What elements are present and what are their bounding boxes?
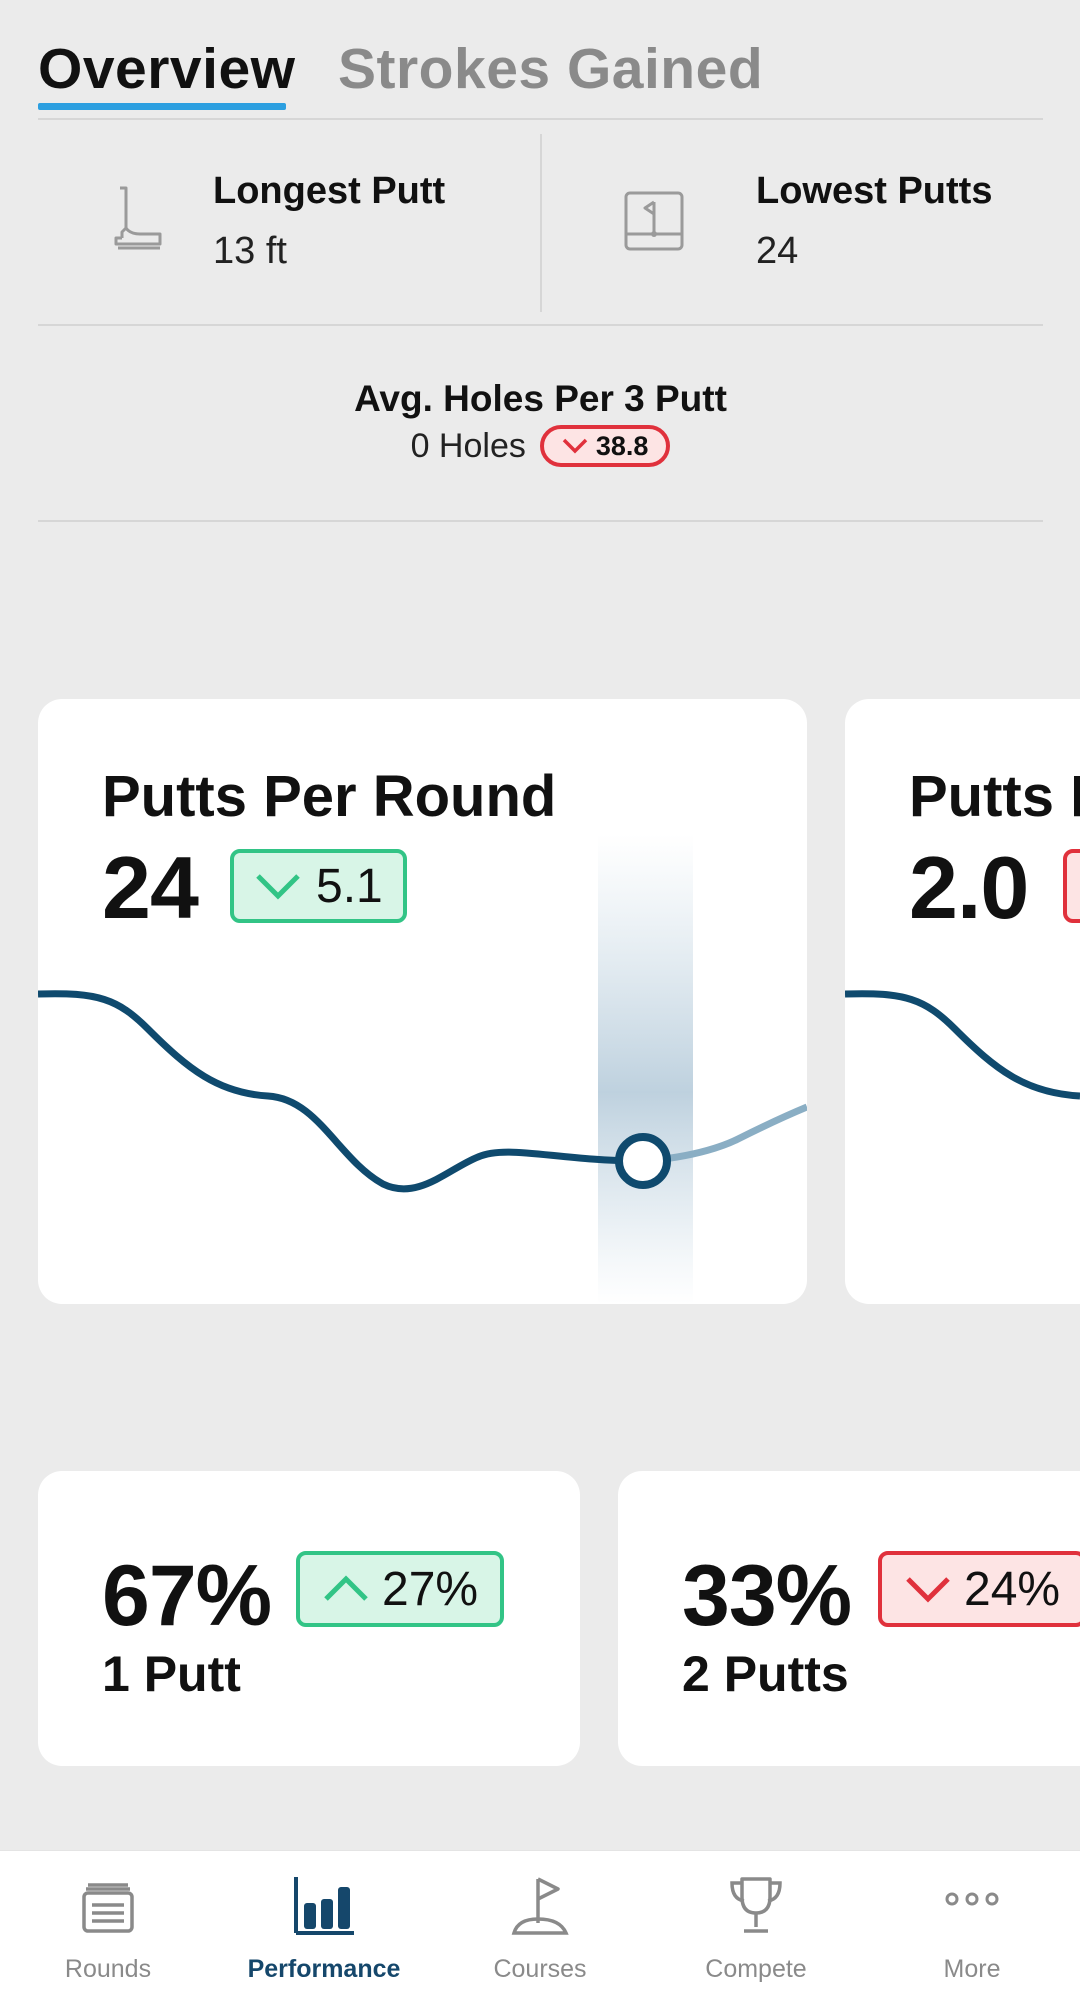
avg-holes-title: Avg. Holes Per 3 Putt: [354, 378, 727, 419]
nav-label: Compete: [705, 1955, 807, 1983]
putting-stats-row: Longest Putt 13 ft Lowest Putts 24: [38, 122, 1043, 326]
lowest-putts-label: Lowest Putts: [756, 170, 993, 212]
selected-point: [615, 1133, 671, 1189]
chart-title: Putts Per Round: [102, 764, 557, 829]
avg-holes-row: 0 Holes 38.8: [38, 425, 1043, 467]
avg-holes-change-value: 38.8: [595, 430, 649, 461]
performance-screen: Overview Strokes Gained Longest Putt 13 …: [0, 0, 1080, 1999]
stat-divider: [540, 134, 542, 312]
flag-scorecard-icon: [624, 191, 684, 251]
putter-icon: [114, 186, 162, 250]
avg-holes-change-badge: 38.8: [539, 425, 671, 467]
tab-overview[interactable]: Overview: [38, 36, 296, 102]
two-putts-label: 2 Putts: [682, 1646, 849, 1702]
one-putt-change-value: 27%: [382, 1562, 479, 1616]
chevron-down-icon: [562, 438, 588, 454]
two-putts-percent: 33%: [682, 1548, 852, 1644]
active-tab-indicator: [38, 103, 286, 110]
two-putts-card[interactable]: 33% 24% 2 Putts: [618, 1471, 1080, 1766]
longest-putt-stat: Longest Putt 13 ft: [38, 122, 538, 326]
putts-per-round-card[interactable]: Putts Per Round 24 5.1: [38, 699, 807, 1304]
more-dots-icon: [945, 1892, 999, 1906]
rounds-stack-icon: [82, 1883, 134, 1933]
chart-value: 2.0: [909, 838, 1029, 937]
nav-label: More: [943, 1955, 1001, 1983]
chart-change-badge: 5.1: [230, 849, 407, 923]
one-putt-label: 1 Putt: [102, 1646, 241, 1702]
two-putts-change-badge: 24%: [878, 1551, 1080, 1627]
longest-putt-label: Longest Putt: [213, 170, 446, 212]
chart-change-value: 5.1: [316, 859, 383, 913]
chart-change-badge: [1063, 849, 1080, 923]
nav-rounds[interactable]: Rounds: [0, 1851, 216, 1999]
tab-bar: Overview Strokes Gained: [38, 30, 1043, 120]
chart-title: Putts P: [909, 764, 1080, 829]
avg-holes-value: 0 Holes: [410, 426, 526, 465]
chevron-down-icon: [256, 874, 300, 900]
chevron-up-icon: [324, 1575, 368, 1601]
nav-label: Rounds: [64, 1955, 152, 1983]
nav-more[interactable]: More: [864, 1851, 1080, 1999]
one-putt-card[interactable]: 67% 27% 1 Putt: [38, 1471, 580, 1766]
nav-label: Courses: [493, 1955, 587, 1983]
longest-putt-value: 13 ft: [213, 230, 287, 272]
two-putts-change-value: 24%: [964, 1562, 1061, 1616]
golf-flag-icon: [511, 1877, 569, 1935]
trend-line: [38, 990, 644, 1193]
selection-highlight: [598, 834, 693, 1304]
putts-per-hole-card[interactable]: Putts P 2.0: [845, 699, 1080, 1304]
tab-strokes-gained[interactable]: Strokes Gained: [338, 36, 763, 102]
chart-value: 24: [102, 838, 199, 937]
nav-label: Performance: [247, 1955, 401, 1983]
bottom-navigation: Rounds Performance Courses Compete More: [0, 1850, 1080, 1999]
bar-chart-icon: [294, 1877, 354, 1935]
avg-holes-per-3-putt: Avg. Holes Per 3 Putt 0 Holes 38.8: [38, 328, 1043, 522]
one-putt-percent: 67%: [102, 1548, 272, 1644]
lowest-putts-stat: Lowest Putts 24: [543, 122, 1043, 326]
chevron-down-icon: [906, 1577, 950, 1603]
lowest-putts-value: 24: [756, 230, 799, 272]
nav-courses[interactable]: Courses: [432, 1851, 648, 1999]
nav-compete[interactable]: Compete: [648, 1851, 864, 1999]
trend-line: [845, 990, 1080, 1100]
trophy-icon: [730, 1877, 782, 1933]
one-putt-change-badge: 27%: [296, 1551, 505, 1627]
nav-performance[interactable]: Performance: [216, 1851, 432, 1999]
